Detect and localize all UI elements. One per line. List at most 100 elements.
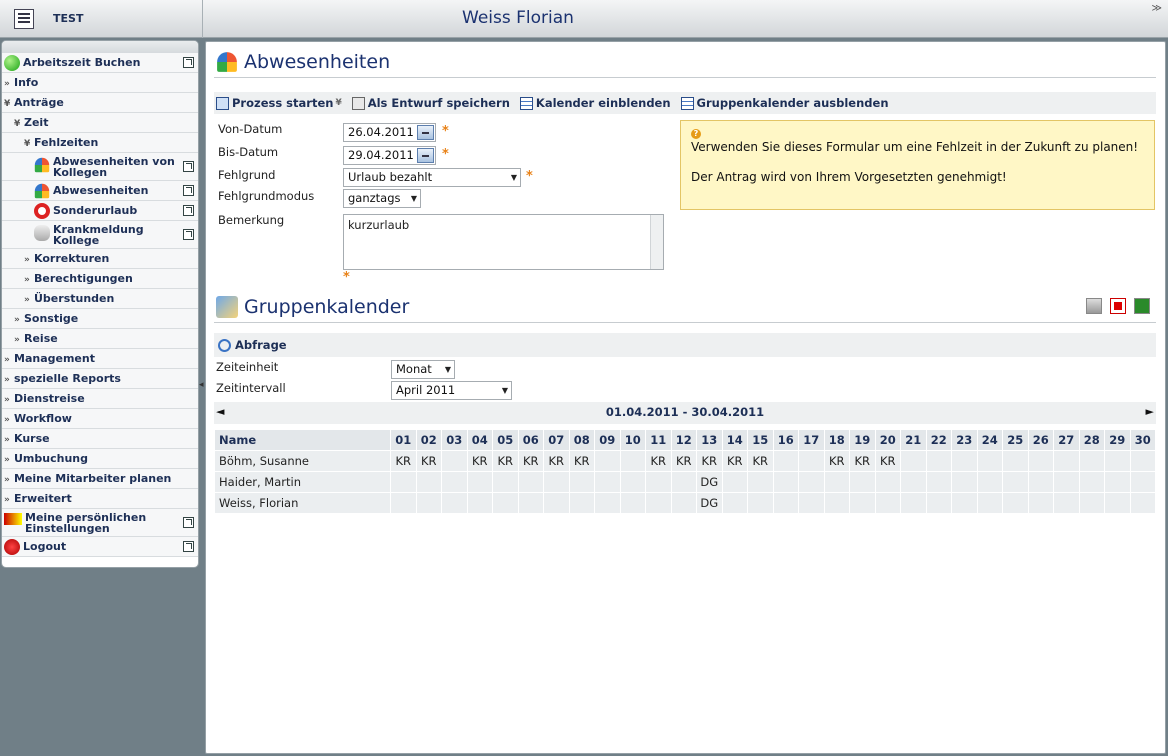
day-cell[interactable] bbox=[1054, 493, 1079, 513]
day-cell[interactable] bbox=[1028, 472, 1053, 492]
sidebar-item-abwesenheiten[interactable]: Abwesenheiten bbox=[2, 181, 198, 201]
day-cell[interactable] bbox=[799, 451, 824, 471]
next-arrow-icon[interactable]: ► bbox=[1146, 405, 1154, 418]
day-cell[interactable] bbox=[569, 472, 594, 492]
day-cell[interactable] bbox=[1003, 472, 1028, 492]
sidebar-item-dienstreise[interactable]: » Dienstreise bbox=[2, 389, 198, 409]
open-window-icon[interactable] bbox=[183, 517, 194, 528]
day-cell[interactable] bbox=[493, 472, 518, 492]
textarea-scrollbar[interactable] bbox=[650, 215, 663, 269]
sidebar-item-info[interactable]: » Info bbox=[2, 73, 198, 93]
sidebar-item-arbeitszeit[interactable]: Arbeitszeit Buchen bbox=[2, 53, 198, 73]
day-cell[interactable] bbox=[391, 493, 416, 513]
calendar-picker-icon[interactable] bbox=[417, 125, 434, 140]
employee-name[interactable]: Böhm, Susanne bbox=[215, 451, 390, 471]
day-cell[interactable] bbox=[901, 493, 926, 513]
calendar-picker-icon[interactable] bbox=[417, 148, 434, 163]
sidebar-item-ueberstunden[interactable]: » Überstunden bbox=[2, 289, 198, 309]
sidebar-item-krankmeldung[interactable]: Krankmeldung Kollege bbox=[2, 221, 198, 249]
day-cell[interactable] bbox=[850, 493, 875, 513]
day-cell[interactable] bbox=[1105, 451, 1130, 471]
day-cell[interactable] bbox=[493, 493, 518, 513]
day-cell[interactable] bbox=[926, 451, 951, 471]
day-cell[interactable] bbox=[1079, 493, 1104, 513]
zeiteinheit-select[interactable]: Monat ▼ bbox=[391, 360, 455, 379]
day-cell[interactable] bbox=[671, 493, 696, 513]
day-cell[interactable] bbox=[620, 493, 645, 513]
open-window-icon[interactable] bbox=[183, 161, 194, 172]
day-cell[interactable]: KR bbox=[850, 451, 875, 471]
day-cell[interactable]: KR bbox=[569, 451, 594, 471]
day-cell[interactable] bbox=[977, 493, 1002, 513]
day-cell[interactable] bbox=[416, 472, 441, 492]
day-cell[interactable] bbox=[1054, 451, 1079, 471]
day-cell[interactable] bbox=[773, 472, 798, 492]
zeitintervall-select[interactable]: April 2011 ▼ bbox=[391, 381, 512, 400]
open-window-icon[interactable] bbox=[183, 229, 194, 240]
day-cell[interactable] bbox=[595, 472, 620, 492]
previous-arrow-icon[interactable]: ◄ bbox=[216, 405, 224, 418]
day-cell[interactable] bbox=[799, 493, 824, 513]
day-cell[interactable] bbox=[952, 472, 977, 492]
day-cell[interactable] bbox=[467, 493, 492, 513]
day-cell[interactable] bbox=[620, 451, 645, 471]
sidebar-item-abw-kollegen[interactable]: Abwesenheiten von Kollegen bbox=[2, 153, 198, 181]
abfrage-bar[interactable]: Abfrage bbox=[214, 333, 1156, 357]
app-menu-icon[interactable] bbox=[14, 9, 34, 29]
bemerkung-textarea[interactable]: kurzurlaub bbox=[343, 214, 664, 270]
sidebar-item-workflow[interactable]: » Workflow bbox=[2, 409, 198, 429]
day-cell[interactable] bbox=[1028, 493, 1053, 513]
day-cell[interactable] bbox=[722, 493, 747, 513]
start-process-dropdown-icon[interactable]: ¥ bbox=[335, 98, 341, 108]
day-cell[interactable] bbox=[442, 493, 467, 513]
day-cell[interactable] bbox=[875, 472, 900, 492]
open-window-icon[interactable] bbox=[183, 185, 194, 196]
day-cell[interactable]: DG bbox=[697, 493, 722, 513]
day-cell[interactable]: KR bbox=[467, 451, 492, 471]
day-cell[interactable] bbox=[1003, 493, 1028, 513]
day-cell[interactable] bbox=[875, 493, 900, 513]
fehlgrundmodus-select[interactable]: ganztags ▼ bbox=[343, 189, 421, 208]
day-cell[interactable] bbox=[467, 472, 492, 492]
sidebar-item-korrekturen[interactable]: » Korrekturen bbox=[2, 249, 198, 269]
bis-datum-field[interactable]: 29.04.2011 bbox=[343, 146, 436, 165]
day-cell[interactable]: KR bbox=[493, 451, 518, 471]
day-cell[interactable] bbox=[569, 493, 594, 513]
day-cell[interactable] bbox=[671, 472, 696, 492]
day-cell[interactable] bbox=[748, 493, 773, 513]
day-cell[interactable]: KR bbox=[416, 451, 441, 471]
day-cell[interactable] bbox=[1130, 472, 1155, 492]
day-cell[interactable] bbox=[850, 472, 875, 492]
day-cell[interactable] bbox=[544, 472, 569, 492]
sidebar-item-reports[interactable]: » spezielle Reports bbox=[2, 369, 198, 389]
save-draft-button[interactable]: Als Entwurf speichern bbox=[350, 96, 510, 110]
day-cell[interactable] bbox=[952, 493, 977, 513]
day-cell[interactable] bbox=[518, 472, 543, 492]
day-cell[interactable] bbox=[773, 451, 798, 471]
day-cell[interactable]: KR bbox=[671, 451, 696, 471]
day-cell[interactable] bbox=[977, 472, 1002, 492]
collapse-header-icon[interactable]: ≫ bbox=[1152, 3, 1162, 14]
day-cell[interactable]: DG bbox=[697, 472, 722, 492]
print-icon[interactable] bbox=[1086, 298, 1102, 314]
day-cell[interactable]: KR bbox=[748, 451, 773, 471]
sidebar-item-zeit[interactable]: ¥ Zeit bbox=[2, 113, 198, 133]
day-cell[interactable] bbox=[646, 493, 671, 513]
day-cell[interactable]: KR bbox=[697, 451, 722, 471]
day-cell[interactable] bbox=[977, 451, 1002, 471]
day-cell[interactable] bbox=[416, 493, 441, 513]
day-cell[interactable] bbox=[518, 493, 543, 513]
hide-group-calendar-button[interactable]: Gruppenkalender ausblenden bbox=[679, 96, 889, 110]
day-cell[interactable]: KR bbox=[544, 451, 569, 471]
sidebar-item-sonderurlaub[interactable]: Sonderurlaub bbox=[2, 201, 198, 221]
day-cell[interactable] bbox=[1105, 493, 1130, 513]
sidebar-item-erweitert[interactable]: » Erweitert bbox=[2, 489, 198, 509]
day-cell[interactable] bbox=[442, 451, 467, 471]
day-cell[interactable] bbox=[442, 472, 467, 492]
employee-name[interactable]: Weiss, Florian bbox=[215, 493, 390, 513]
day-cell[interactable]: KR bbox=[875, 451, 900, 471]
day-cell[interactable] bbox=[926, 493, 951, 513]
day-cell[interactable] bbox=[1003, 451, 1028, 471]
excel-icon[interactable] bbox=[1134, 298, 1150, 314]
sidebar-item-einstellungen[interactable]: Meine persönlichen Einstellungen bbox=[2, 509, 198, 537]
